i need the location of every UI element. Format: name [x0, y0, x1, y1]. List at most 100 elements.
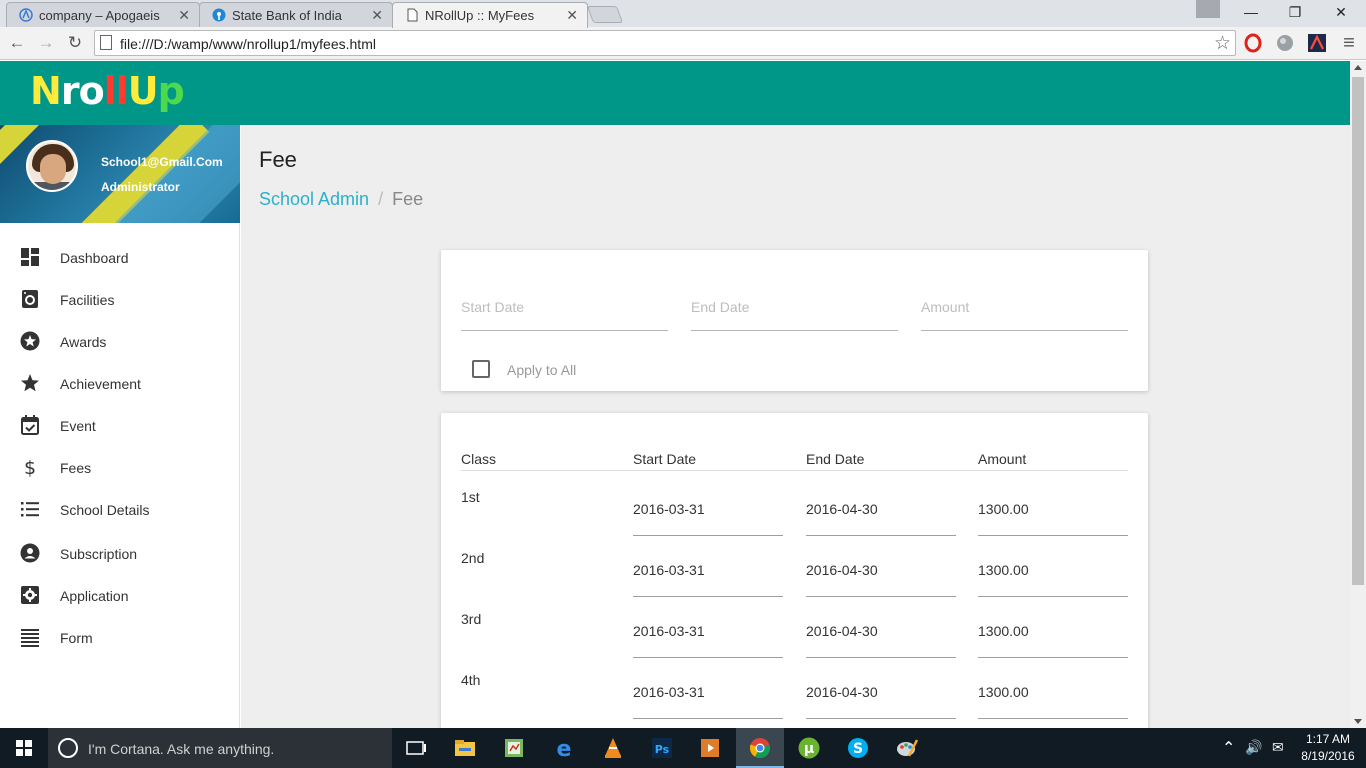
windows-start-icon[interactable]	[0, 728, 48, 768]
sidebar-item-label: Facilities	[60, 292, 115, 308]
reload-button[interactable]: ↻	[64, 32, 86, 54]
amount-cell[interactable]: 1300.00	[978, 623, 1128, 658]
sidebar-item-subscription[interactable]: Subscription	[0, 533, 240, 575]
end-date-cell[interactable]: 2016-04-30	[806, 562, 956, 597]
sidebar-item-awards[interactable]: Awards	[0, 321, 240, 363]
scroll-down-icon[interactable]	[1354, 719, 1362, 724]
volume-icon[interactable]: 🔊	[1245, 739, 1262, 756]
address-bar[interactable]: file:///D:/wamp/www/nrollup1/myfees.html…	[94, 30, 1236, 56]
task-view-icon[interactable]	[404, 736, 428, 760]
tab-title: NRollUp :: MyFees	[425, 8, 535, 23]
breadcrumb: School Admin / Fee	[259, 189, 423, 210]
cortana-search-box[interactable]: I'm Cortana. Ask me anything.	[48, 728, 392, 768]
sidebar-item-label: School Details	[60, 502, 150, 518]
sidebar-item-label: Achievement	[60, 376, 141, 392]
edge-browser-icon[interactable]: e	[552, 736, 576, 760]
sidebar-item-achievement[interactable]: Achievement	[0, 363, 240, 405]
clock-time[interactable]: 1:17 AM	[1298, 732, 1358, 746]
maximize-button[interactable]: ❐	[1272, 0, 1318, 24]
browser-menu-icon[interactable]: ≡	[1338, 32, 1360, 54]
apply-to-all-label[interactable]: Apply to All	[507, 362, 576, 378]
end-date-cell[interactable]: 2016-04-30	[806, 501, 956, 536]
scroll-up-icon[interactable]	[1354, 65, 1362, 70]
browser-tab-myfees[interactable]: NRollUp :: MyFees ✕	[392, 2, 588, 28]
start-date-field[interactable]	[461, 296, 668, 331]
breadcrumb-school-admin-link[interactable]: School Admin	[259, 189, 369, 209]
apogaeis-favicon-icon	[19, 8, 33, 22]
end-date-field[interactable]	[691, 296, 898, 331]
adobe-extension-icon[interactable]	[1307, 33, 1327, 53]
profile-icon[interactable]	[1196, 0, 1220, 18]
start-date-input[interactable]	[461, 296, 668, 315]
sidebar-item-fees[interactable]: $ Fees	[0, 447, 240, 489]
sidebar-item-label: Application	[60, 588, 129, 604]
sidebar-item-application[interactable]: Application	[0, 575, 240, 617]
avatar[interactable]	[26, 140, 78, 192]
sidebar-item-form[interactable]: Form	[0, 617, 240, 659]
end-date-cell[interactable]: 2016-04-30	[806, 684, 956, 719]
sidebar-item-school-details[interactable]: School Details	[0, 489, 240, 533]
fees-table-card: Class Start Date End Date Amount 1st 201…	[441, 413, 1148, 743]
paint-icon[interactable]	[895, 736, 919, 760]
logo-letter: o	[78, 69, 105, 113]
action-center-icon[interactable]: ✉	[1272, 739, 1284, 756]
column-header-amount: Amount	[978, 451, 1027, 467]
start-date-cell[interactable]: 2016-03-31	[633, 623, 783, 658]
start-date-value: 2016-03-31	[633, 684, 705, 700]
back-button[interactable]: ←	[6, 32, 28, 54]
new-tab-button[interactable]	[586, 6, 624, 23]
start-date-cell[interactable]: 2016-03-31	[633, 562, 783, 597]
photoshop-icon[interactable]: Ps	[650, 736, 674, 760]
bookmark-star-icon[interactable]: ☆	[1214, 32, 1231, 55]
end-date-cell[interactable]: 2016-04-30	[806, 623, 956, 658]
sidebar-item-facilities[interactable]: Facilities	[0, 279, 240, 321]
utorrent-icon[interactable]: µ	[797, 736, 821, 760]
start-date-cell[interactable]: 2016-03-31	[633, 684, 783, 719]
end-date-input[interactable]	[691, 296, 898, 315]
calendar-check-icon	[21, 415, 39, 435]
nrollup-logo[interactable]: NrollUp	[30, 69, 185, 113]
amount-value: 1300.00	[978, 684, 1029, 700]
skype-icon[interactable]: S	[846, 736, 870, 760]
start-date-cell[interactable]: 2016-03-31	[633, 501, 783, 536]
browser-tab-sbi[interactable]: State Bank of India ✕	[199, 2, 393, 27]
sidebar-item-event[interactable]: Event	[0, 405, 240, 447]
page-title: Fee	[259, 147, 297, 172]
account-circle-icon	[20, 543, 40, 563]
browser-tab-apogaeis[interactable]: company – Apogaeis ✕	[6, 2, 200, 27]
sbi-favicon-icon	[212, 8, 226, 22]
tab-close-icon[interactable]: ✕	[566, 7, 578, 24]
opera-extension-icon[interactable]	[1243, 33, 1263, 53]
minimize-button[interactable]: —	[1228, 0, 1274, 24]
amount-cell[interactable]: 1300.00	[978, 562, 1128, 597]
chrome-icon[interactable]	[748, 736, 772, 760]
forward-button[interactable]: →	[35, 32, 57, 54]
close-window-button[interactable]: ✕	[1318, 0, 1364, 24]
amount-input[interactable]	[921, 296, 1128, 315]
amount-cell[interactable]: 1300.00	[978, 684, 1128, 719]
settings-box-icon	[21, 586, 39, 604]
dollar-icon: $	[24, 457, 36, 477]
breadcrumb-current: Fee	[392, 189, 424, 209]
sidebar-item-dashboard[interactable]: Dashboard	[0, 237, 240, 279]
file-explorer-icon[interactable]	[453, 736, 477, 760]
sidebar-item-label: Awards	[60, 334, 107, 350]
globe-extension-icon[interactable]	[1275, 33, 1295, 53]
tray-overflow-icon[interactable]: ⌃	[1222, 738, 1235, 758]
url-text[interactable]: file:///D:/wamp/www/nrollup1/myfees.html	[120, 36, 376, 52]
page-header: Fee School Admin / Fee	[241, 125, 1350, 227]
vlc-icon[interactable]	[601, 736, 625, 760]
tab-close-icon[interactable]: ✕	[371, 7, 383, 24]
tab-close-icon[interactable]: ✕	[178, 7, 190, 24]
apply-to-all-checkbox[interactable]	[472, 360, 490, 378]
clock-date[interactable]: 8/19/2016	[1298, 749, 1358, 763]
browser-tab-strip: company – Apogaeis ✕ State Bank of India…	[0, 0, 1366, 28]
media-player-icon[interactable]	[698, 736, 722, 760]
scrollbar-thumb[interactable]	[1352, 77, 1364, 585]
amount-cell[interactable]: 1300.00	[978, 501, 1128, 536]
amount-field[interactable]	[921, 296, 1128, 331]
windows-taskbar: I'm Cortana. Ask me anything. e Ps µ S ⌃…	[0, 728, 1366, 768]
tab-title: State Bank of India	[232, 8, 342, 23]
spreadsheet-app-icon[interactable]	[502, 736, 526, 760]
page-scrollbar[interactable]	[1350, 61, 1366, 728]
